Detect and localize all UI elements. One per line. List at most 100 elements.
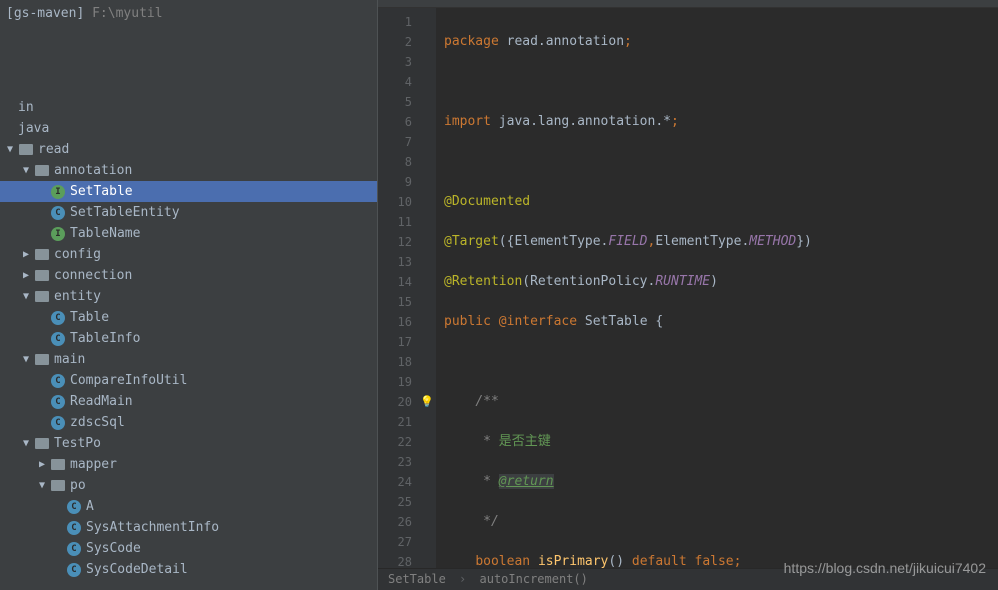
tree-label: A — [86, 499, 94, 514]
chevron-right-icon[interactable]: ▶ — [36, 459, 48, 471]
class-icon: C — [50, 394, 66, 410]
line-number[interactable]: 27 — [388, 532, 412, 552]
line-number[interactable]: 2 — [388, 32, 412, 52]
folder-icon — [50, 478, 66, 494]
chevron-right-icon[interactable]: ▶ — [20, 270, 32, 282]
tree-item-a[interactable]: CA — [0, 496, 377, 517]
watermark: https://blog.csdn.net/jikuicui7402 — [784, 560, 986, 576]
tree-item-entity[interactable]: ▼ entity — [0, 286, 377, 307]
line-number[interactable]: 6 — [388, 112, 412, 132]
class-icon: C — [50, 310, 66, 326]
lightbulb-icon[interactable]: 💡 — [420, 392, 434, 412]
tree-label: SetTable — [70, 184, 133, 199]
chevron-right-icon[interactable]: ▶ — [20, 249, 32, 261]
tree-item-config[interactable]: ▶config — [0, 244, 377, 265]
editor-tabs[interactable] — [378, 0, 998, 8]
folder-icon — [34, 289, 50, 305]
tree-label: Table — [70, 310, 109, 325]
tree-item-po[interactable]: ▼po — [0, 475, 377, 496]
chevron-down-icon[interactable]: ▼ — [20, 291, 32, 303]
line-number[interactable]: 8 — [388, 152, 412, 172]
line-number[interactable]: 14 — [388, 272, 412, 292]
tree-item-table[interactable]: C Table — [0, 307, 377, 328]
line-number[interactable]: 3 — [388, 52, 412, 72]
method-isprimary: isPrimary — [538, 554, 608, 568]
breadcrumb-method[interactable]: autoIncrement() — [480, 572, 588, 586]
tree-item-testpo[interactable]: ▼ TestPo — [0, 433, 377, 454]
code-content[interactable]: package read.annotation; import java.lan… — [436, 8, 998, 568]
chevron-down-icon[interactable]: ▼ — [36, 480, 48, 492]
chevron-down-icon[interactable]: ▼ — [20, 354, 32, 366]
class-icon: C — [50, 415, 66, 431]
breadcrumb-class[interactable]: SetTable — [388, 572, 446, 586]
tree-item-syscode[interactable]: CSysCode — [0, 538, 377, 559]
folder-icon — [34, 268, 50, 284]
annotation-documented: @Documented — [444, 194, 530, 209]
line-number[interactable]: 28 — [388, 552, 412, 568]
tree-item-sysattachmentinfo[interactable]: CSysAttachmentInfo — [0, 517, 377, 538]
tree-label: entity — [54, 289, 101, 304]
tree-item-syscodedetail[interactable]: CSysCodeDetail — [0, 559, 377, 580]
line-number[interactable]: 4 — [388, 72, 412, 92]
tree-label: SysCodeDetail — [86, 562, 188, 577]
kw-import: import — [444, 114, 491, 129]
line-number[interactable]: 1 — [388, 12, 412, 32]
kw-package: package — [444, 34, 499, 49]
line-number[interactable]: 13 — [388, 252, 412, 272]
tree-label: zdscSql — [70, 415, 125, 430]
editor-pane: 1234567891011121314151617181920212223242… — [378, 0, 998, 590]
tree-item-readmain[interactable]: CReadMain — [0, 391, 377, 412]
line-number[interactable]: 22 — [388, 432, 412, 452]
annotation-retention: @Retention — [444, 274, 522, 289]
tree-label: TestPo — [54, 436, 101, 451]
tree-item-in[interactable]: in — [0, 97, 377, 118]
tree-item-connection[interactable]: ▶connection — [0, 265, 377, 286]
tree-label: read — [38, 142, 69, 157]
chevron-down-icon[interactable]: ▼ — [20, 438, 32, 450]
line-number[interactable]: 18 — [388, 352, 412, 372]
line-number[interactable]: 23 — [388, 452, 412, 472]
tree-item-tablename[interactable]: ITableName — [0, 223, 377, 244]
tree-item-main[interactable]: ▼ main — [0, 349, 377, 370]
project-sidebar[interactable]: [gs-maven] F:\myutil injava▼read▼annotat… — [0, 0, 378, 590]
line-number[interactable]: 7 — [388, 132, 412, 152]
folder-icon — [34, 247, 50, 263]
project-path: F:\myutil — [92, 6, 162, 21]
line-number[interactable]: 21 — [388, 412, 412, 432]
line-number[interactable]: 25 — [388, 492, 412, 512]
code-area: 1234567891011121314151617181920212223242… — [378, 8, 998, 568]
tree-label: main — [54, 352, 85, 367]
tree-item-mapper[interactable]: ▶mapper — [0, 454, 377, 475]
line-number[interactable]: 10 — [388, 192, 412, 212]
line-number[interactable]: 20 — [388, 392, 412, 412]
class-icon: C — [50, 373, 66, 389]
tree-item-settable[interactable]: ISetTable — [0, 181, 377, 202]
line-number[interactable]: 19 — [388, 372, 412, 392]
tree-label: CompareInfoUtil — [70, 373, 187, 388]
tree-item-zdscsql[interactable]: CzdscSql — [0, 412, 377, 433]
line-number[interactable]: 12 — [388, 232, 412, 252]
line-number[interactable]: 5 — [388, 92, 412, 112]
project-path-header: [gs-maven] F:\myutil — [0, 4, 377, 27]
tree-item-tableinfo[interactable]: CTableInfo — [0, 328, 377, 349]
line-number[interactable]: 15 — [388, 292, 412, 312]
tree-item-java[interactable]: java — [0, 118, 377, 139]
line-number[interactable]: 9 — [388, 172, 412, 192]
tree-item-settableentity[interactable]: CSetTableEntity — [0, 202, 377, 223]
line-number[interactable]: 17 — [388, 332, 412, 352]
tree-item-annotation[interactable]: ▼annotation — [0, 160, 377, 181]
line-gutter[interactable]: 1234567891011121314151617181920212223242… — [378, 8, 418, 568]
chevron-right-icon: › — [459, 572, 466, 586]
tree-item-read[interactable]: ▼ read — [0, 139, 377, 160]
chevron-down-icon[interactable]: ▼ — [20, 165, 32, 177]
chevron-down-icon[interactable]: ▼ — [4, 144, 16, 156]
line-number[interactable]: 24 — [388, 472, 412, 492]
tree-label: SetTableEntity — [70, 205, 180, 220]
line-number[interactable]: 16 — [388, 312, 412, 332]
line-number[interactable]: 26 — [388, 512, 412, 532]
tree-label: java — [18, 121, 49, 136]
class-icon: C — [50, 331, 66, 347]
tree-item-compareinfoutil[interactable]: C CompareInfoUtil — [0, 370, 377, 391]
line-number[interactable]: 11 — [388, 212, 412, 232]
folder-icon — [34, 352, 50, 368]
